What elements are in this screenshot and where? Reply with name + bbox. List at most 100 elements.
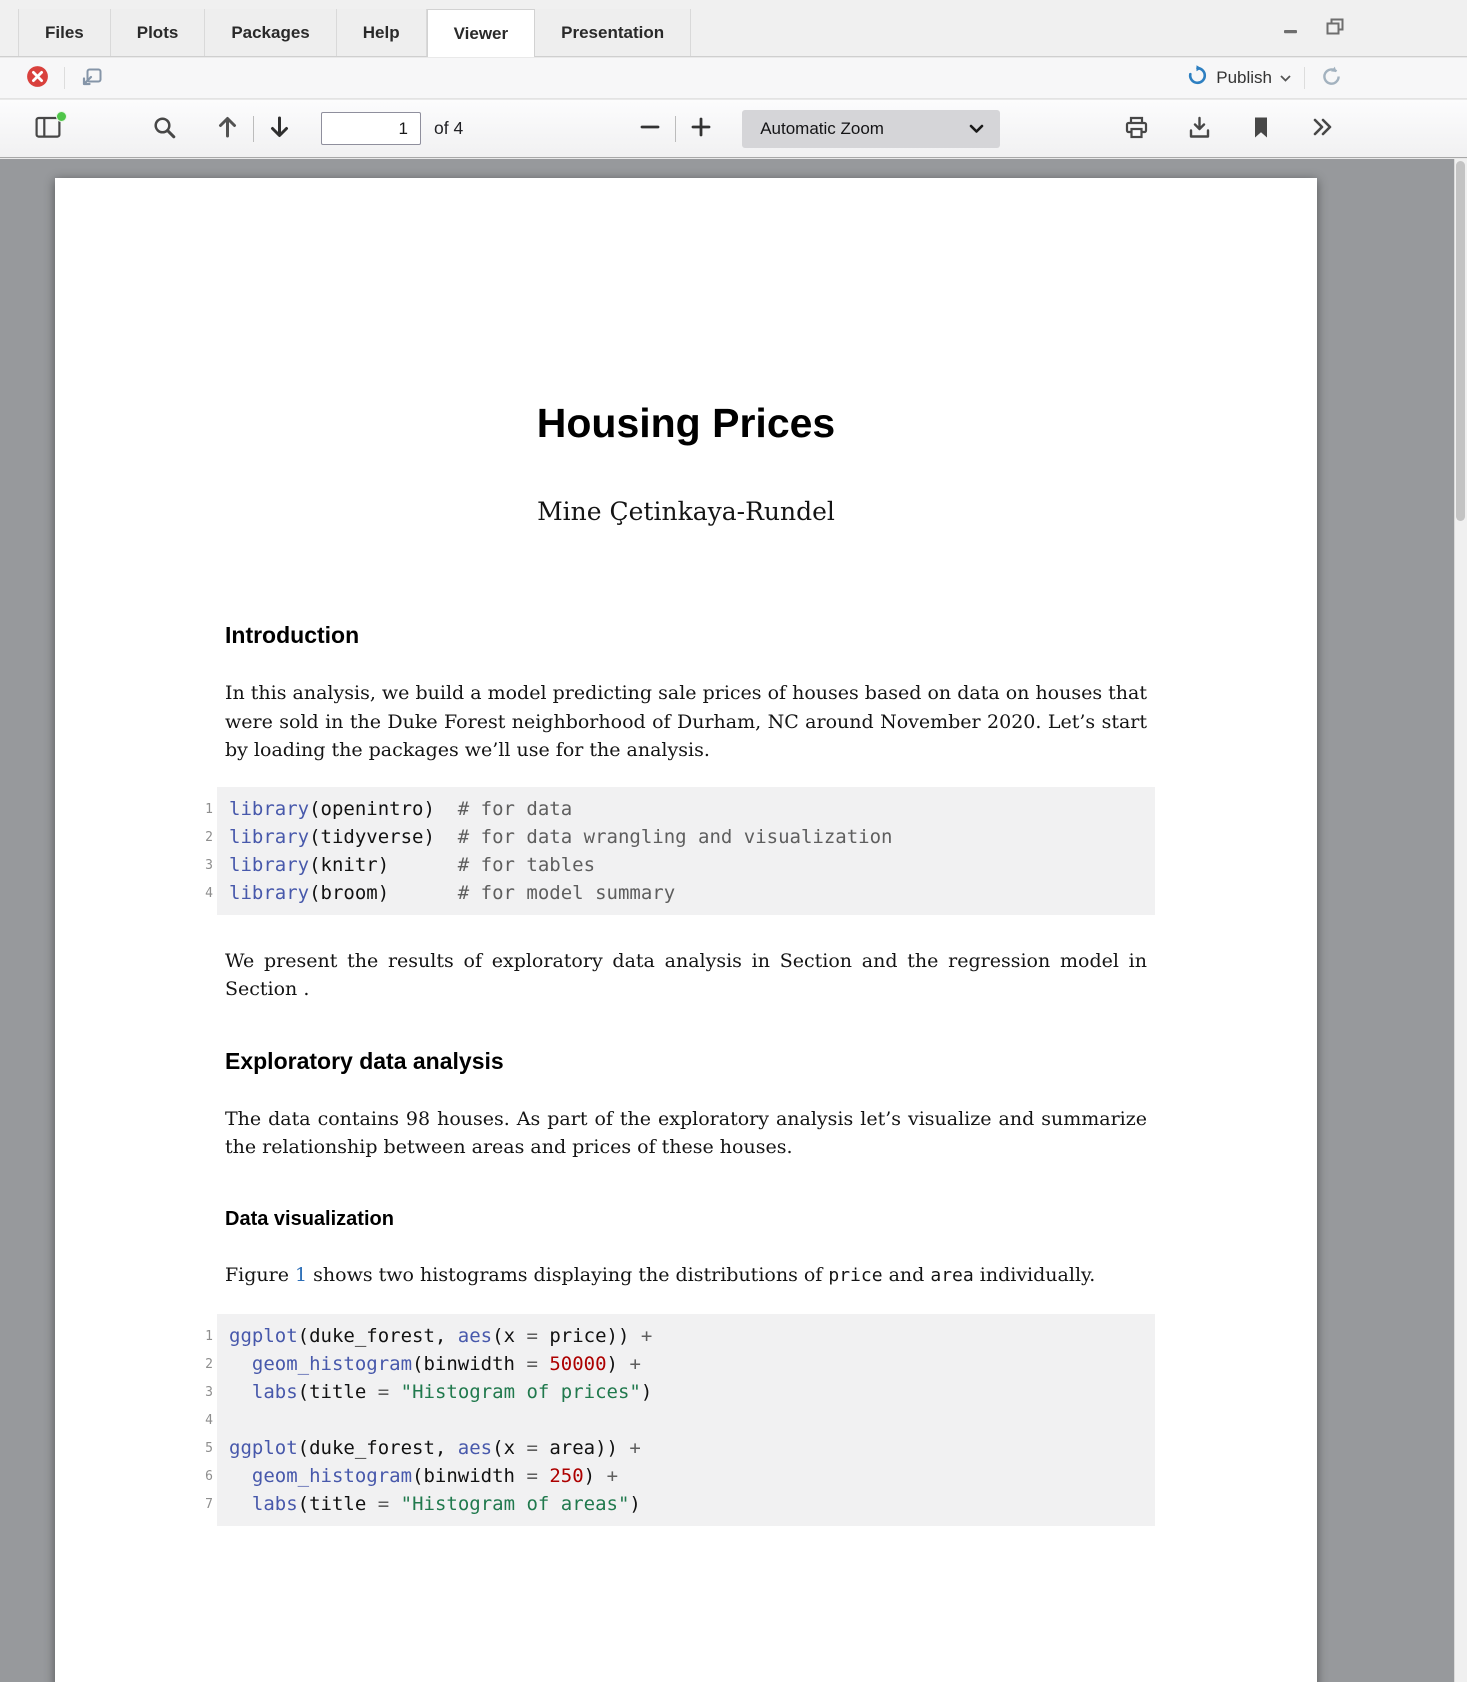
rstudio-viewer-pane: Files Plots Packages Help Viewer Present… — [0, 0, 1467, 1682]
viewer-toolbar: Publish — [0, 58, 1467, 99]
paragraph-introduction: In this analysis, we build a model predi… — [225, 679, 1147, 765]
code-line: 4 — [229, 1406, 1143, 1434]
next-page-button[interactable] — [264, 111, 295, 146]
publish-button[interactable]: Publish — [1187, 65, 1291, 91]
code-line: 1library(openintro) # for data — [229, 795, 1143, 823]
current-view-button[interactable] — [1247, 112, 1275, 146]
text-segment: Figure — [225, 1264, 295, 1286]
refresh-icon — [1320, 65, 1343, 91]
code-token: + — [641, 1325, 652, 1347]
code-token: (duke_forest, — [298, 1437, 458, 1459]
pdf-viewer-area: Housing Prices Mine Çetinkaya-Rundel Int… — [0, 159, 1467, 1682]
code-token: labs — [252, 1493, 298, 1515]
code-token — [229, 1465, 252, 1487]
plus-icon — [689, 115, 713, 142]
tab-plots[interactable]: Plots — [111, 9, 206, 56]
code-line-number: 2 — [183, 1358, 213, 1371]
toolbar-separator — [1304, 67, 1305, 89]
tab-files[interactable]: Files — [18, 9, 111, 56]
zoom-select[interactable]: Automatic Zoom — [742, 110, 1000, 148]
toolbar-right-group: Publish — [1187, 63, 1345, 93]
code-line-number: 4 — [183, 887, 213, 900]
pdf-toolbar-right-group — [1121, 112, 1337, 146]
code-line-number: 7 — [183, 1498, 213, 1511]
zoom-in-button[interactable] — [686, 112, 716, 145]
code-token: "Histogram of prices" — [401, 1381, 641, 1403]
refresh-button[interactable] — [1318, 63, 1345, 93]
heading-introduction: Introduction — [225, 622, 1147, 649]
code-token: + — [629, 1353, 640, 1375]
double-chevron-right-icon — [1310, 116, 1334, 141]
tab-viewer[interactable]: Viewer — [427, 9, 536, 57]
code-token: labs — [252, 1381, 298, 1403]
arrow-up-icon — [215, 114, 240, 143]
tab-label: Files — [45, 23, 84, 43]
find-in-document-button[interactable] — [149, 112, 180, 146]
code-token: library — [229, 798, 309, 820]
code-line: 6 geom_histogram(binwidth = 250) + — [229, 1462, 1143, 1490]
code-line-number: 3 — [183, 859, 213, 872]
maximize-pane-icon — [1326, 18, 1345, 38]
document-content: Housing Prices Mine Çetinkaya-Rundel Int… — [55, 178, 1317, 1526]
stop-button[interactable] — [24, 63, 51, 93]
zoom-out-button[interactable] — [635, 112, 665, 145]
code-token: = — [526, 1325, 537, 1347]
maximize-pane-button[interactable] — [1322, 14, 1349, 42]
open-in-new-window-button[interactable] — [78, 64, 105, 93]
toolbar-more-tools-button[interactable] — [1307, 113, 1337, 144]
code-token: # for data — [458, 798, 572, 820]
stop-icon — [26, 65, 49, 91]
code-token: ) — [584, 1465, 607, 1487]
toolbar-separator — [64, 67, 65, 89]
code-token — [538, 1353, 549, 1375]
code-line-number: 2 — [183, 831, 213, 844]
code-token: + — [607, 1465, 618, 1487]
code-token: (knitr) — [309, 854, 458, 876]
vertical-scrollbar[interactable] — [1454, 159, 1467, 1682]
tab-label: Packages — [231, 23, 309, 43]
pdf-toolbar: of 4 Automatic Zoom — [0, 100, 1467, 158]
text-segment: price — [828, 1265, 882, 1286]
code-token: = — [526, 1437, 537, 1459]
code-line: 7 labs(title = "Histogram of areas") — [229, 1490, 1143, 1518]
code-token: = — [378, 1381, 389, 1403]
page-number-input[interactable] — [321, 112, 421, 145]
tab-help[interactable]: Help — [337, 9, 427, 56]
code-block-ggplot: 1ggplot(duke_forest, aes(x = price)) +2 … — [217, 1314, 1155, 1526]
pane-tab-bar: Files Plots Packages Help Viewer Present… — [0, 0, 1467, 57]
code-token: ) — [607, 1353, 630, 1375]
code-token — [229, 1381, 252, 1403]
page-count-label: of 4 — [434, 118, 463, 139]
figure-reference-link[interactable]: 1 — [295, 1264, 307, 1286]
notification-dot — [56, 111, 67, 122]
tab-label: Help — [363, 23, 400, 43]
code-token: ggplot — [229, 1325, 298, 1347]
code-token: # for model summary — [458, 882, 675, 904]
code-line: 2 geom_histogram(binwidth = 50000) + — [229, 1350, 1143, 1378]
paragraph-sections: We present the results of exploratory da… — [225, 947, 1147, 1004]
code-token: ) — [641, 1381, 652, 1403]
tab-packages[interactable]: Packages — [205, 9, 336, 56]
scrollbar-thumb[interactable] — [1456, 161, 1465, 521]
download-button[interactable] — [1184, 112, 1215, 146]
print-button[interactable] — [1121, 112, 1152, 146]
toggle-sidebar-button[interactable] — [32, 113, 64, 145]
code-token: (duke_forest, — [298, 1325, 458, 1347]
code-block-libraries: 1library(openintro) # for data2library(t… — [217, 787, 1155, 915]
code-token: ) — [629, 1493, 640, 1515]
code-token — [538, 1465, 549, 1487]
code-line: 1ggplot(duke_forest, aes(x = price)) + — [229, 1322, 1143, 1350]
code-token: # for tables — [458, 854, 595, 876]
previous-page-button[interactable] — [212, 111, 243, 146]
download-icon — [1187, 115, 1212, 143]
tab-label: Presentation — [561, 23, 664, 43]
code-token: "Histogram of areas" — [401, 1493, 630, 1515]
tab-presentation[interactable]: Presentation — [535, 9, 691, 56]
minimize-pane-button[interactable] — [1278, 15, 1304, 42]
heading-data-visualization: Data visualization — [225, 1208, 1147, 1231]
code-token: ggplot — [229, 1437, 298, 1459]
text-segment: shows two histograms displaying the dist… — [307, 1264, 828, 1286]
print-icon — [1124, 115, 1149, 143]
code-line: 4library(broom) # for model summary — [229, 879, 1143, 907]
code-token: 250 — [549, 1465, 583, 1487]
